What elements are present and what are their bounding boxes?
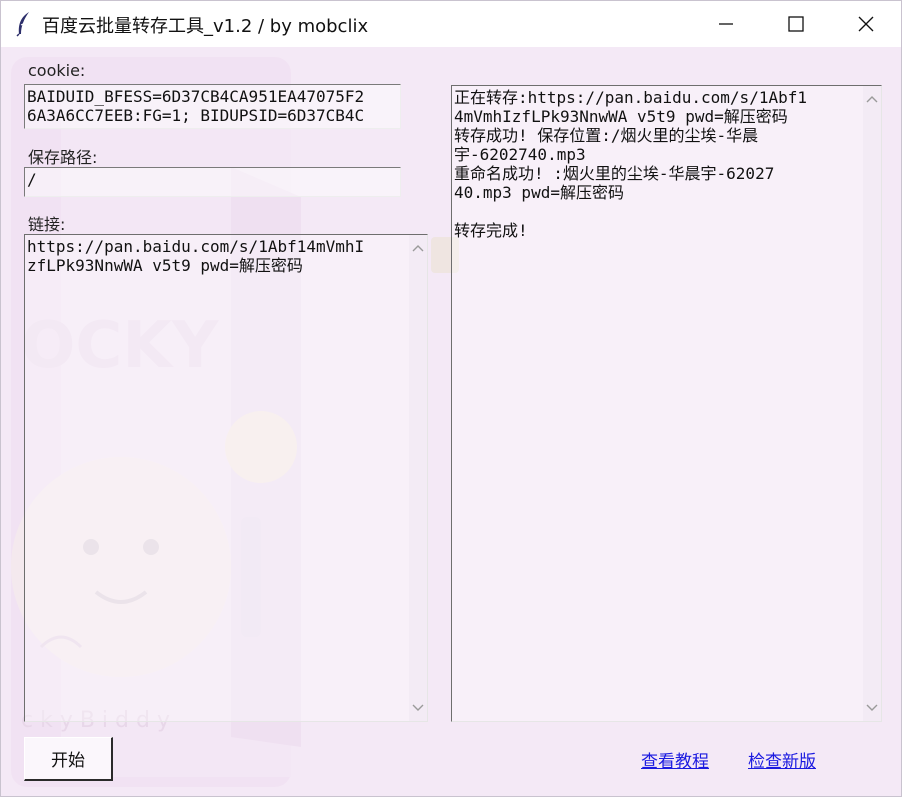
cookie-label: cookie: — [28, 61, 86, 80]
log-scroll-up[interactable] — [863, 90, 881, 108]
close-button[interactable] — [831, 1, 901, 47]
save-path-label: 保存路径: — [28, 148, 98, 167]
app-window: OCKY c k y B i d d y 百度云批量转存工具_v1.2 / by… — [0, 0, 902, 797]
save-path-value: / — [27, 170, 37, 189]
links-scroll-down[interactable] — [409, 699, 427, 717]
check-update-link[interactable]: 检查新版 — [748, 747, 816, 772]
chevron-up-icon — [866, 96, 878, 103]
log-scrollbar[interactable] — [863, 86, 881, 721]
start-button[interactable]: 开始 — [24, 737, 113, 781]
chevron-down-icon — [412, 704, 424, 711]
log-text: 正在转存:https://pan.baidu.com/s/1Abf1 4mVmh… — [454, 88, 807, 240]
links-text: https://pan.baidu.com/s/1Abf14mVmhI zfLP… — [27, 237, 365, 275]
links-label: 链接: — [28, 215, 66, 234]
maximize-button[interactable] — [761, 1, 831, 47]
minimize-button[interactable] — [691, 1, 761, 47]
minimize-icon — [719, 23, 733, 25]
save-path-input[interactable]: / — [24, 167, 401, 197]
chevron-up-icon — [412, 245, 424, 252]
feather-icon — [16, 12, 29, 37]
view-tutorial-link[interactable]: 查看教程 — [641, 747, 709, 772]
links-scrollbar[interactable] — [409, 235, 427, 721]
window-title: 百度云批量转存工具_v1.2 / by mobclix — [42, 16, 369, 37]
links-textarea[interactable]: https://pan.baidu.com/s/1Abf14mVmhI zfLP… — [24, 234, 428, 722]
title-bar: 百度云批量转存工具_v1.2 / by mobclix — [1, 1, 901, 47]
maximize-icon — [788, 16, 804, 32]
close-icon — [858, 16, 874, 32]
cookie-input[interactable]: BAIDUID_BFESS=6D37CB4CA951EA47075F2 6A3A… — [24, 84, 401, 129]
chevron-down-icon — [866, 704, 878, 711]
log-scroll-down[interactable] — [863, 699, 881, 717]
links-scroll-up[interactable] — [409, 239, 427, 257]
cookie-value: BAIDUID_BFESS=6D37CB4CA951EA47075F2 6A3A… — [27, 87, 365, 125]
log-output[interactable]: 正在转存:https://pan.baidu.com/s/1Abf1 4mVmh… — [451, 85, 882, 722]
